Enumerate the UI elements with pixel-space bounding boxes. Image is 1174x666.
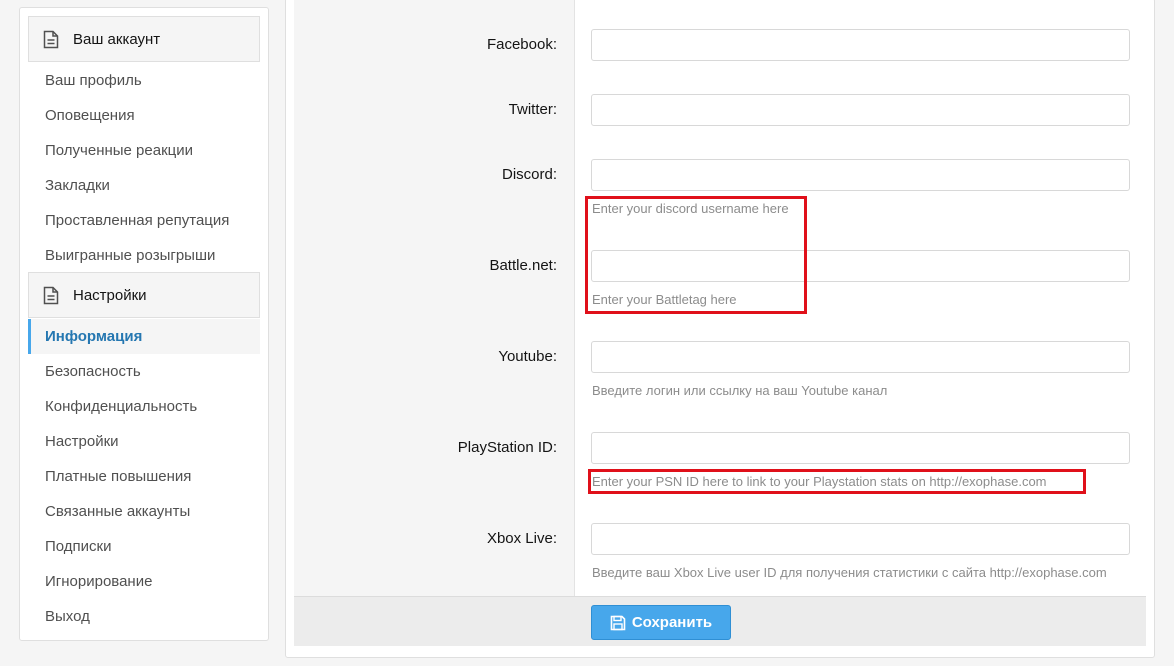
account-details-form: Facebook: Twitter: Discord: Enter your d… [285, 0, 1155, 658]
youtube-hint: Введите логин или ссылку на ваш Youtube … [592, 383, 888, 398]
account-sidebar: Ваш аккаунт Ваш профиль Оповещения Получ… [19, 7, 269, 641]
form-label-column [294, 0, 575, 596]
sidebar-header-account: Ваш аккаунт [28, 16, 260, 62]
discord-label: Discord: [501, 166, 557, 183]
sidebar-header-settings-label: Настройки [73, 286, 147, 304]
twitter-input[interactable] [591, 94, 1130, 126]
sidebar-item-information[interactable]: Информация [28, 319, 260, 354]
xbox-input[interactable] [591, 523, 1130, 555]
sidebar-item-giveaways[interactable]: Выигранные розыгрыши [28, 238, 260, 273]
xbox-label: Xbox Live: [486, 530, 557, 547]
annotation-highlight-box [585, 196, 807, 314]
sidebar-item-connected-accounts[interactable]: Связанные аккаунты [28, 494, 260, 529]
form-footer: Сохранить [294, 596, 1146, 646]
xbox-hint: Введите ваш Xbox Live user ID для получе… [592, 565, 1107, 580]
sidebar-item-alerts[interactable]: Оповещения [28, 98, 260, 133]
playstation-input[interactable] [591, 432, 1130, 464]
sidebar-item-upgrades[interactable]: Платные повышения [28, 459, 260, 494]
playstation-label: PlayStation ID: [457, 439, 557, 456]
sidebar-item-bookmarks[interactable]: Закладки [28, 168, 260, 203]
facebook-input[interactable] [591, 29, 1130, 61]
sidebar-header-settings: Настройки [28, 272, 260, 318]
save-button-label: Сохранить [631, 614, 713, 631]
save-button[interactable]: Сохранить [591, 605, 731, 640]
sidebar-item-security[interactable]: Безопасность [28, 354, 260, 389]
sidebar-item-profile[interactable]: Ваш профиль [28, 63, 260, 98]
sidebar-item-privacy[interactable]: Конфиденциальность [28, 389, 260, 424]
sidebar-item-preferences[interactable]: Настройки [28, 424, 260, 459]
twitter-label: Twitter: [508, 101, 557, 118]
floppy-disk-icon [610, 615, 626, 630]
sidebar-item-reputation[interactable]: Проставленная репутация [28, 203, 260, 238]
youtube-label: Youtube: [498, 348, 557, 365]
youtube-input[interactable] [591, 341, 1130, 373]
discord-input[interactable] [591, 159, 1130, 191]
sidebar-item-reactions[interactable]: Полученные реакции [28, 133, 260, 168]
sidebar-item-ignoring[interactable]: Игнорирование [28, 564, 260, 599]
annotation-highlight-box [588, 469, 1086, 494]
document-icon [43, 286, 59, 304]
facebook-label: Facebook: [486, 36, 557, 53]
sidebar-item-logout[interactable]: Выход [28, 599, 260, 634]
sidebar-header-account-label: Ваш аккаунт [73, 30, 161, 48]
sidebar-item-subscriptions[interactable]: Подписки [28, 529, 260, 564]
document-icon [43, 30, 59, 48]
battlenet-label: Battle.net: [489, 257, 557, 274]
